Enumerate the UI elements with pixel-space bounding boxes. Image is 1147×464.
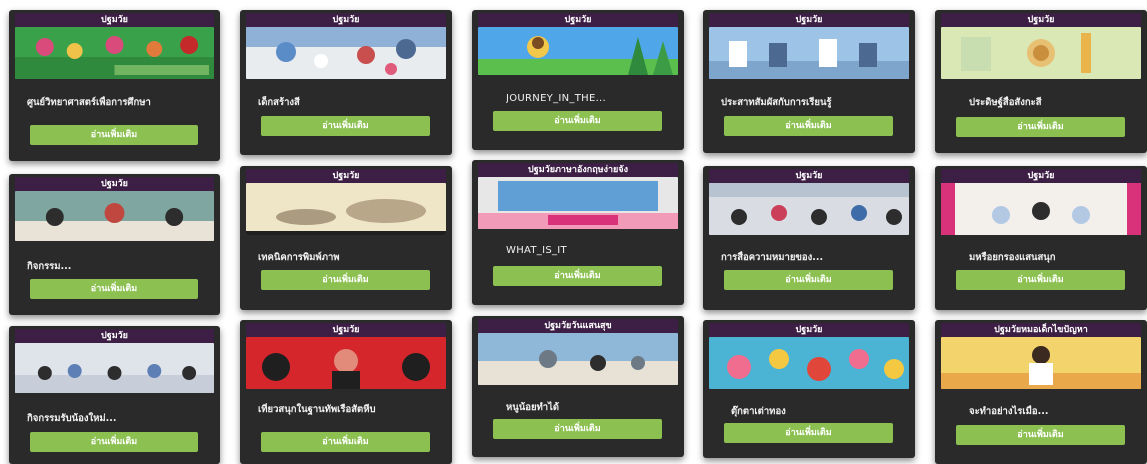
video-card[interactable]: ปฐมวัย ศูนย์วิทยาศาสตร์เพื่อการศึกษา อ่า… [9,10,220,161]
video-card[interactable]: ปฐมวัยภาษาอังกฤษง่ายจัง WHAT_IS_IT อ่านเ… [472,160,684,305]
card-thumbnail[interactable] [15,343,214,393]
card-title: เด็กสร้างสี [258,97,300,108]
card-title: เที่ยวสนุกในฐานทัพเรือสัตหีบ [258,404,376,415]
card-category: ปฐมวัยหมอเด็กไขปัญหา [941,323,1141,337]
card-thumbnail[interactable] [15,27,214,79]
card-thumbnail[interactable] [941,183,1141,235]
card-title: จะทำอย่างไรเมื่อ... [969,406,1049,417]
card-thumbnail[interactable] [709,337,909,389]
card-thumbnail[interactable] [478,27,678,75]
video-card[interactable]: ปฐมวัย JOURNEY_IN_THE... อ่านเพิ่มเติม [472,10,684,150]
read-more-button[interactable]: อ่านเพิ่มเติม [261,116,430,136]
card-title: WHAT_IS_IT [506,245,567,256]
read-more-button[interactable]: อ่านเพิ่มเติม [956,425,1125,445]
video-card[interactable]: ปฐมวัย เที่ยวสนุกในฐานทัพเรือสัตหีบ อ่าน… [240,320,452,464]
card-thumbnail[interactable] [709,183,909,235]
card-category: ปฐมวัย [941,169,1141,183]
read-more-button[interactable]: อ่านเพิ่มเติม [493,266,662,286]
card-category: ปฐมวัย [246,13,446,27]
card-category: ปฐมวัย [15,177,214,191]
video-card[interactable]: ปฐมวัยหมอเด็กไขปัญหา จะทำอย่างไรเมื่อ...… [935,320,1147,464]
card-title: ตุ๊กตาเต่าทอง [731,406,786,417]
card-category: ปฐมวัยวันแสนสุข [478,319,678,333]
video-card[interactable]: ปฐมวัย การสื่อความหมายของ... อ่านเพิ่มเต… [703,166,915,310]
card-thumbnail[interactable] [478,333,678,385]
card-thumbnail[interactable] [478,177,678,229]
card-category: ปฐมวัย [709,169,909,183]
card-title: ประดิษฐ์สื่อสังกะสี [969,97,1042,108]
card-category: ปฐมวัย [709,323,909,337]
card-title: การสื่อความหมายของ... [721,252,824,263]
read-more-button[interactable]: อ่านเพิ่มเติม [261,270,430,290]
card-title: JOURNEY_IN_THE... [506,93,607,104]
video-card[interactable]: ปฐมวัย เด็กสร้างสี อ่านเพิ่มเติม [240,10,452,155]
video-card[interactable]: ปฐมวัย ประดิษฐ์สื่อสังกะสี อ่านเพิ่มเติม [935,10,1147,153]
card-thumbnail[interactable] [941,27,1141,79]
card-title: เทคนิคการพิมพ์ภาพ [258,252,340,263]
video-card[interactable]: ปฐมวัย กิจกรรมรับน้องใหม่... อ่านเพิ่มเต… [9,326,220,464]
read-more-button[interactable]: อ่านเพิ่มเติม [30,125,198,145]
read-more-button[interactable]: อ่านเพิ่มเติม [493,111,662,131]
card-category: ปฐมวัย [246,169,446,183]
card-title: กิจกรรมรับน้องใหม่... [27,413,117,424]
card-thumbnail[interactable] [246,27,446,79]
read-more-button[interactable]: อ่านเพิ่มเติม [724,423,893,443]
video-card[interactable]: ปฐมวัย กิจกรรม... อ่านเพิ่มเติม [9,174,220,315]
card-thumbnail[interactable] [246,337,446,389]
card-title: หนูน้อยทำได้ [506,402,560,413]
card-category: ปฐมวัย [15,329,214,343]
card-title: ประสาทสัมผัสกับการเรียนรู้ [721,97,832,108]
card-category: ปฐมวัย [709,13,909,27]
card-thumbnail[interactable] [15,191,214,241]
video-card[interactable]: ปฐมวัย ประสาทสัมผัสกับการเรียนรู้ อ่านเพ… [703,10,915,153]
card-category: ปฐมวัย [478,13,678,27]
card-category: ปฐมวัย [941,13,1141,27]
card-category: ปฐมวัย [15,13,214,27]
card-category: ปฐมวัย [246,323,446,337]
video-card[interactable]: ปฐมวัย เทคนิคการพิมพ์ภาพ อ่านเพิ่มเติม [240,166,452,310]
read-more-button[interactable]: อ่านเพิ่มเติม [30,279,198,299]
read-more-button[interactable]: อ่านเพิ่มเติม [956,117,1125,137]
read-more-button[interactable]: อ่านเพิ่มเติม [724,116,893,136]
card-thumbnail[interactable] [709,27,909,79]
video-card[interactable]: ปฐมวัยวันแสนสุข หนูน้อยทำได้ อ่านเพิ่มเต… [472,316,684,457]
card-thumbnail[interactable] [246,183,446,235]
card-title: กิจกรรม... [27,261,72,272]
read-more-button[interactable]: อ่านเพิ่มเติม [956,270,1125,290]
read-more-button[interactable]: อ่านเพิ่มเติม [724,270,893,290]
video-card[interactable]: ปฐมวัย ตุ๊กตาเต่าทอง อ่านเพิ่มเติม [703,320,915,458]
video-card[interactable]: ปฐมวัย มหรือยกรองแสนสนุก อ่านเพิ่มเติม [935,166,1147,310]
card-title: ศูนย์วิทยาศาสตร์เพื่อการศึกษา [27,97,151,108]
read-more-button[interactable]: อ่านเพิ่มเติม [30,432,198,452]
card-category: ปฐมวัยภาษาอังกฤษง่ายจัง [478,163,678,177]
card-title: มหรือยกรองแสนสนุก [969,252,1056,263]
read-more-button[interactable]: อ่านเพิ่มเติม [493,419,662,439]
card-thumbnail[interactable] [941,337,1141,389]
read-more-button[interactable]: อ่านเพิ่มเติม [261,432,430,452]
